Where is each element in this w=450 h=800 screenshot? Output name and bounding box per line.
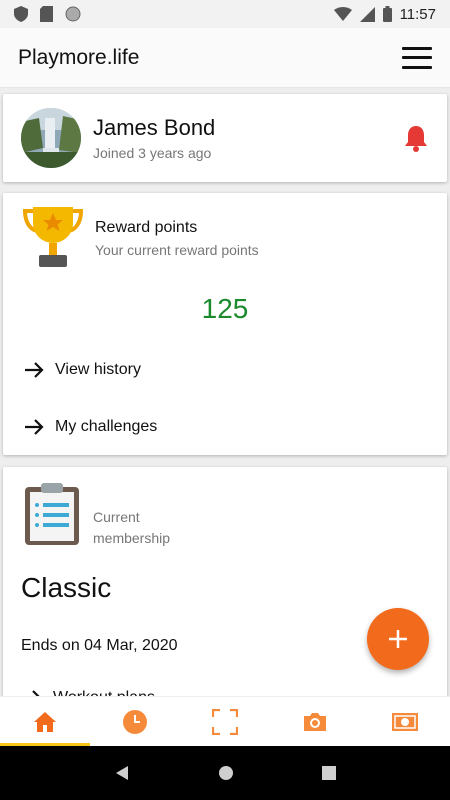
scan-icon: [212, 708, 238, 735]
nav-scan[interactable]: [180, 697, 270, 746]
reward-card: Reward points Your current reward points…: [3, 193, 447, 455]
money-icon: [392, 712, 418, 731]
reward-title: Reward points: [95, 219, 198, 236]
recents-icon[interactable]: [322, 766, 336, 780]
app-bar: Playmore.life: [0, 28, 450, 88]
clock-icon: [123, 709, 147, 734]
reward-points-value: 125: [201, 293, 249, 324]
nav-money[interactable]: [360, 697, 450, 746]
membership-plan: Classic: [21, 572, 112, 603]
sd-card-icon: [40, 6, 53, 22]
profile-name: James Bond: [93, 115, 216, 140]
app-title: Playmore.life: [18, 45, 140, 69]
bell-icon[interactable]: [403, 124, 429, 152]
status-time: 11:57: [399, 5, 436, 23]
profile-card[interactable]: James Bond Joined 3 years ago: [3, 94, 447, 182]
system-nav-bar: [0, 746, 450, 800]
reward-subtitle: Your current reward points: [95, 242, 259, 258]
membership-end-date: Ends on 04 Mar, 2020: [21, 637, 178, 654]
signal-icon: [359, 6, 375, 22]
plus-icon: [389, 630, 407, 648]
battery-icon: [382, 6, 392, 22]
arrow-right-icon: [25, 419, 44, 435]
my-challenges-label: My challenges: [55, 418, 158, 435]
camera-icon: [304, 712, 326, 731]
back-icon[interactable]: [114, 765, 130, 781]
bottom-nav: [0, 696, 450, 746]
add-fab-button[interactable]: [367, 608, 429, 670]
membership-card: Current membership Classic Ends on 04 Ma…: [3, 467, 447, 707]
view-history-label: View history: [55, 361, 141, 378]
arrow-right-icon: [25, 362, 44, 378]
avatar[interactable]: [21, 108, 81, 168]
membership-label: Current membership: [93, 509, 171, 546]
profile-joined: Joined 3 years ago: [93, 145, 212, 161]
wifi-icon: [333, 7, 352, 21]
home-circle-icon[interactable]: [218, 765, 234, 781]
circle-icon: [65, 6, 81, 22]
my-challenges-link[interactable]: My challenges: [23, 416, 157, 438]
view-history-link[interactable]: View history: [23, 359, 141, 381]
clipboard-icon: [25, 483, 79, 545]
nav-clock[interactable]: [90, 697, 180, 746]
status-bar: 11:57: [0, 0, 450, 28]
shield-icon: [14, 6, 28, 22]
home-icon: [34, 711, 56, 732]
hamburger-menu-icon[interactable]: [402, 46, 432, 69]
nav-camera[interactable]: [270, 697, 360, 746]
nav-home[interactable]: [0, 697, 90, 746]
trophy-icon: [23, 207, 83, 267]
